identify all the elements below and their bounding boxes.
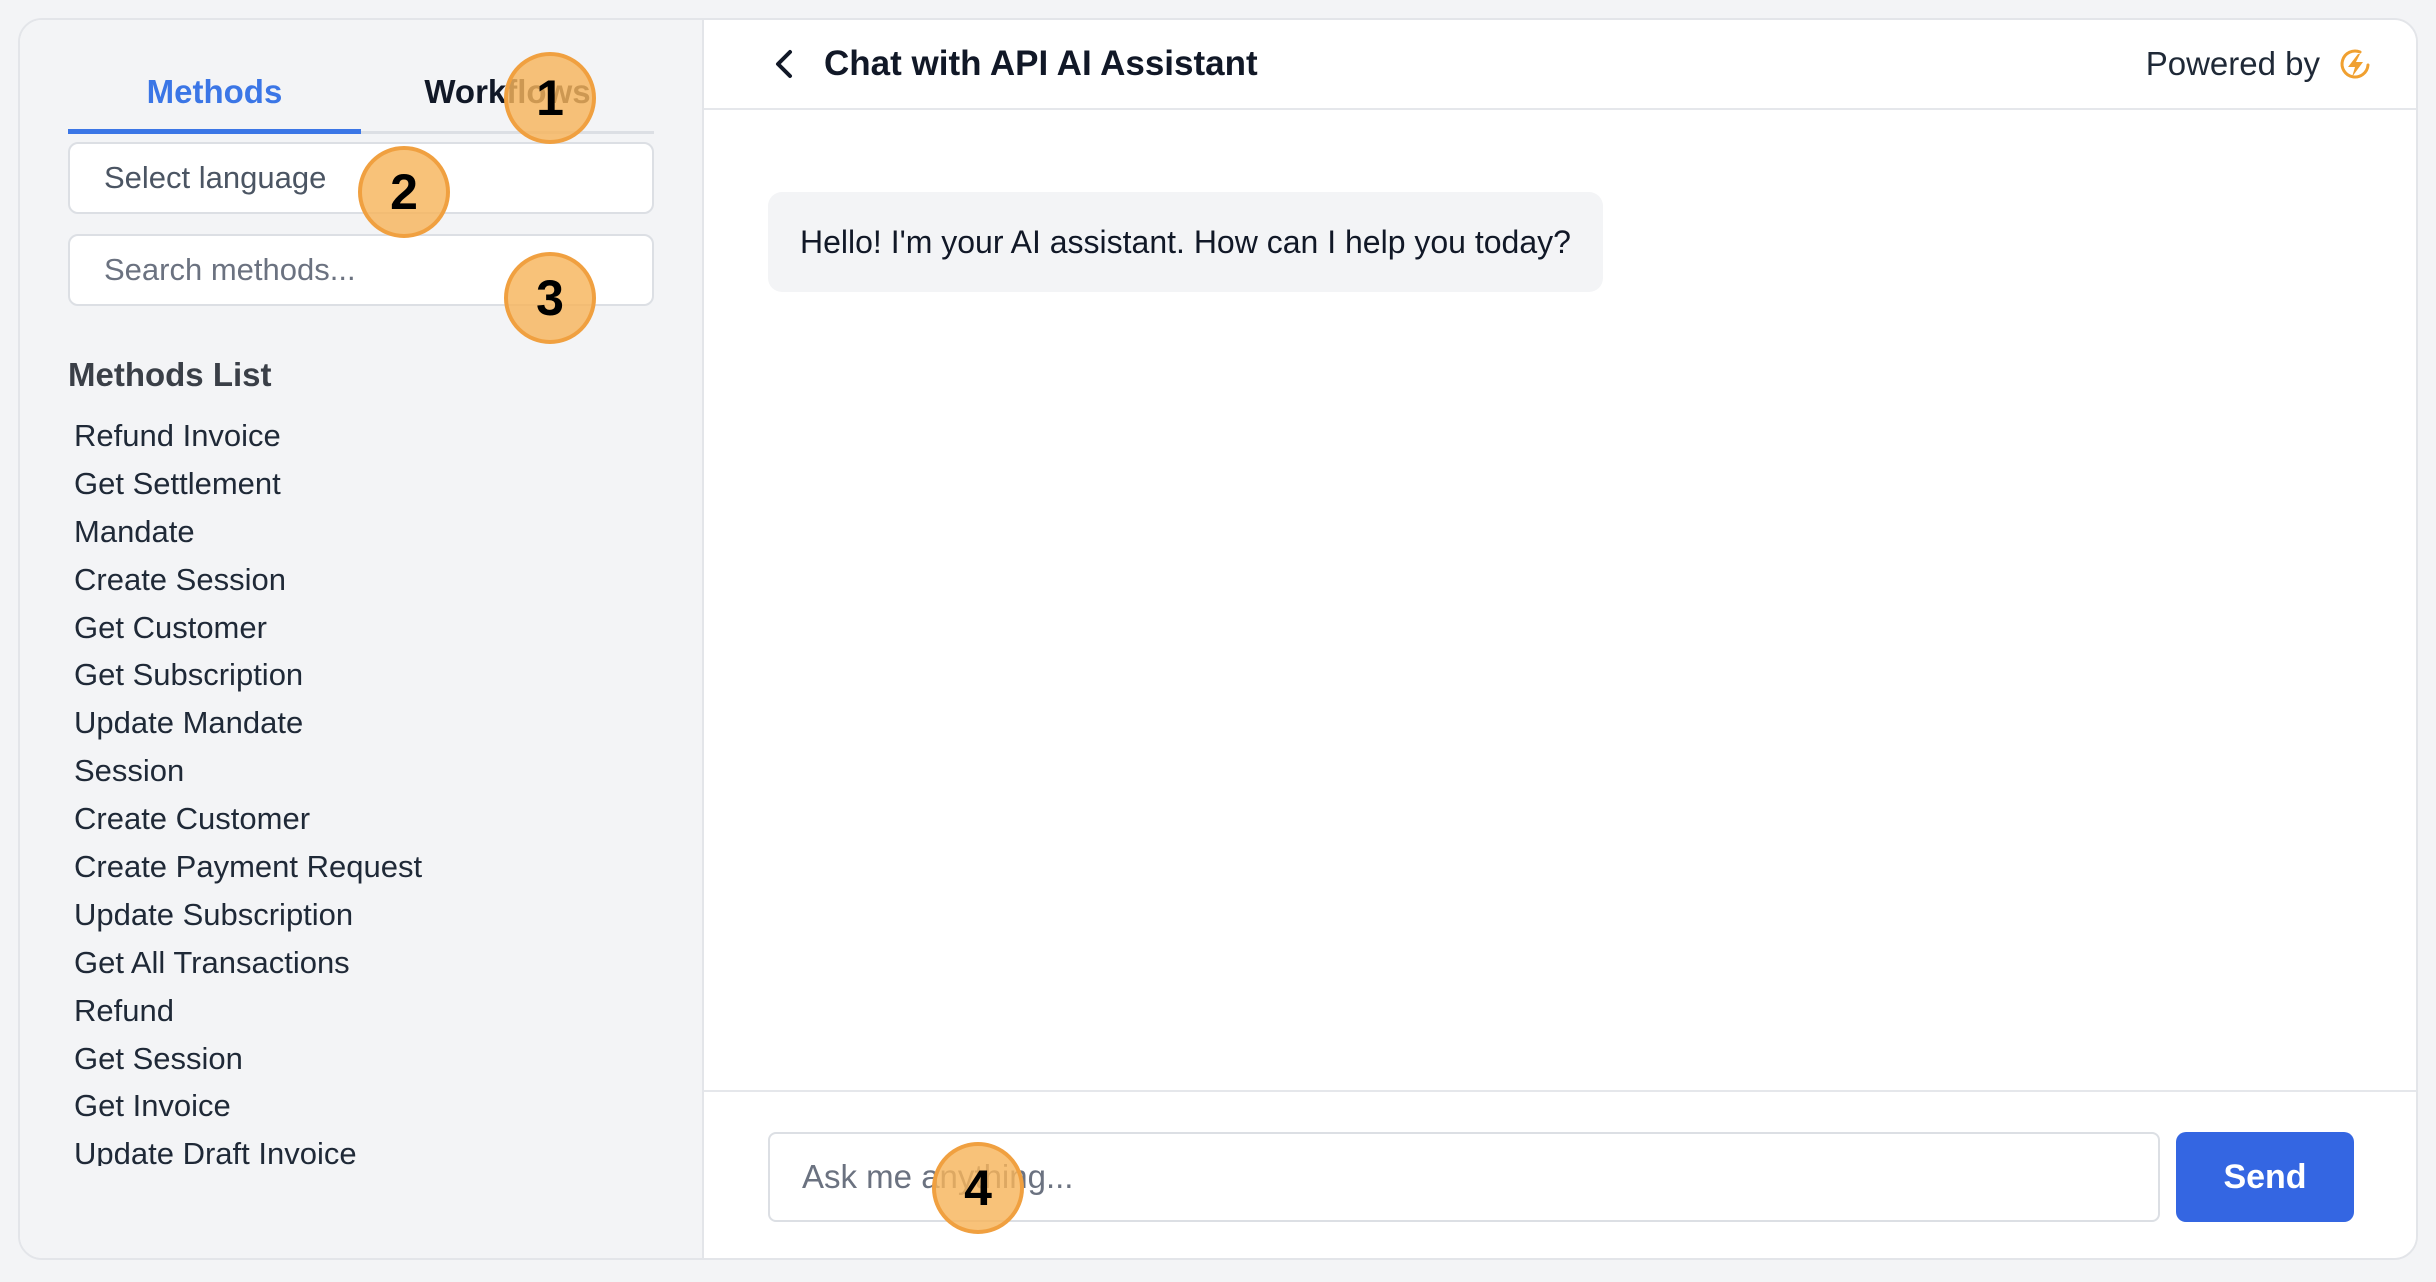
assistant-message: Hello! I'm your AI assistant. How can I … xyxy=(768,192,1603,292)
annotation-marker-2: 2 xyxy=(358,146,450,238)
tab-methods[interactable]: Methods xyxy=(68,50,361,134)
methods-list-heading: Methods List xyxy=(68,356,272,393)
app-window: Methods Workflows Select language Method… xyxy=(18,18,2418,1260)
chat-title: Chat with API AI Assistant xyxy=(824,44,1258,83)
method-item[interactable]: Create Customer xyxy=(74,795,674,843)
send-button[interactable]: Send xyxy=(2176,1132,2354,1222)
powered-by-label: Powered by xyxy=(2145,45,2320,82)
annotation-marker-1: 1 xyxy=(504,52,596,144)
method-item[interactable]: Get Invoice xyxy=(74,1082,674,1130)
annotation-marker-3: 3 xyxy=(504,252,596,344)
method-item[interactable]: Get Customer xyxy=(74,604,674,652)
method-item[interactable]: Create Payment Request xyxy=(74,843,674,891)
lightning-logo-icon xyxy=(2338,48,2372,82)
methods-list: Refund Invoice Get Settlement Mandate Cr… xyxy=(74,412,674,1166)
method-item[interactable]: Refund Invoice xyxy=(74,412,674,460)
method-item[interactable]: Refund xyxy=(74,987,674,1035)
annotation-marker-4: 4 xyxy=(932,1142,1024,1234)
method-item[interactable]: Update Draft Invoice xyxy=(74,1130,674,1166)
method-item[interactable]: Update Subscription xyxy=(74,891,674,939)
method-item[interactable]: Get Session xyxy=(74,1035,674,1083)
method-item[interactable]: Session xyxy=(74,747,674,795)
method-item[interactable]: Get Settlement xyxy=(74,460,674,508)
method-item[interactable]: Create Session xyxy=(74,556,674,604)
method-item[interactable]: Update Mandate xyxy=(74,699,674,747)
method-item[interactable]: Mandate xyxy=(74,508,674,556)
chevron-left-icon[interactable] xyxy=(768,44,802,84)
method-item[interactable]: Get All Transactions xyxy=(74,939,674,987)
chat-panel: Chat with API AI Assistant Powered by He… xyxy=(704,20,2416,1258)
method-item[interactable]: Get Subscription xyxy=(74,651,674,699)
chat-header: Chat with API AI Assistant Powered by xyxy=(704,20,2416,110)
